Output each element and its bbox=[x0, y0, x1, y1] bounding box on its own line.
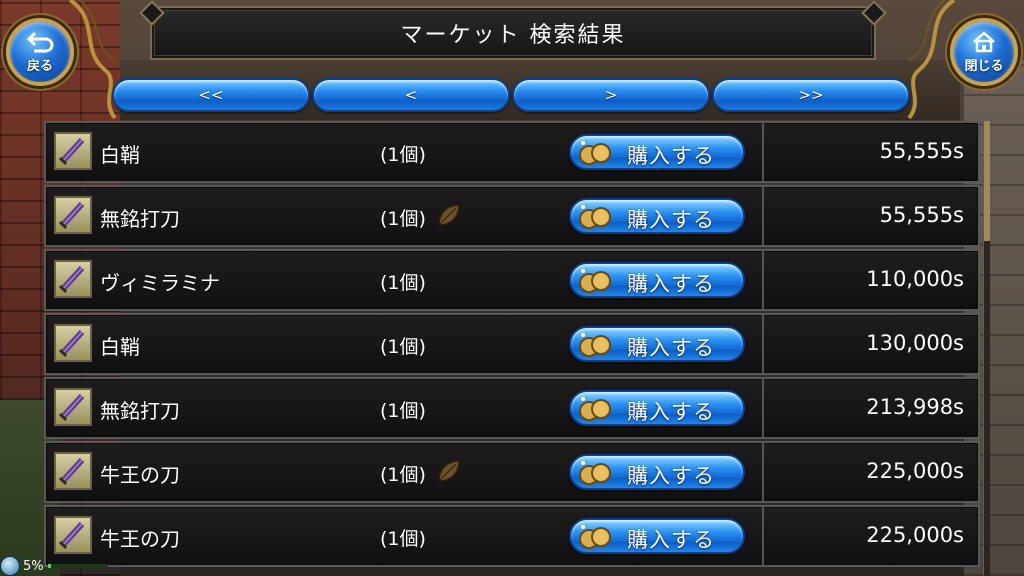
item-name: 白鞘 bbox=[100, 143, 140, 167]
sword-item-icon bbox=[54, 388, 92, 426]
title-banner: マーケット 検索結果 bbox=[150, 6, 876, 60]
back-button[interactable]: 戻る bbox=[6, 18, 74, 86]
next-page-button[interactable]: > bbox=[512, 78, 710, 112]
next-page-label: > bbox=[604, 86, 618, 104]
item-price: 55,555s bbox=[879, 139, 964, 163]
sword-item-icon bbox=[54, 260, 92, 298]
coins-icon bbox=[579, 269, 611, 293]
coins-icon bbox=[579, 333, 611, 357]
list-scrollbar[interactable] bbox=[983, 121, 990, 576]
list-item: 無銘打刀 (1個) 購入する 213,998s bbox=[44, 377, 980, 439]
buy-button[interactable]: 購入する bbox=[569, 262, 745, 298]
buy-button-label: 購入する bbox=[627, 336, 715, 360]
close-button[interactable]: 閉じる bbox=[950, 18, 1018, 86]
buy-button-label: 購入する bbox=[627, 272, 715, 296]
buy-button[interactable]: 購入する bbox=[569, 198, 745, 234]
item-name: ヴィミラミナ bbox=[100, 271, 220, 295]
item-quantity: (1個) bbox=[380, 464, 426, 486]
buy-button-label: 購入する bbox=[627, 400, 715, 424]
buy-button[interactable]: 購入する bbox=[569, 454, 745, 490]
sword-item-icon bbox=[54, 132, 92, 170]
buy-button[interactable]: 購入する bbox=[569, 390, 745, 426]
buy-button-label: 購入する bbox=[627, 464, 715, 488]
leaf-icon bbox=[438, 204, 460, 226]
item-quantity: (1個) bbox=[380, 400, 426, 422]
item-price: 213,998s bbox=[866, 395, 964, 419]
coins-icon bbox=[579, 397, 611, 421]
first-page-button[interactable]: << bbox=[112, 78, 310, 112]
scroll-thumb[interactable] bbox=[984, 121, 990, 241]
item-quantity: (1個) bbox=[380, 336, 426, 358]
coins-icon bbox=[579, 525, 611, 549]
item-quantity: (1個) bbox=[380, 144, 426, 166]
coins-icon bbox=[579, 141, 611, 165]
item-price: 110,000s bbox=[866, 267, 964, 291]
buy-button-label: 購入する bbox=[627, 144, 715, 168]
list-item: 白鞘 (1個) 購入する 130,000s bbox=[44, 313, 980, 375]
list-item: 無銘打刀 (1個) 購入する 55,555s bbox=[44, 185, 980, 247]
market-results-list[interactable]: 白鞘 (1個) 購入する 55,555s 無銘打刀 (1個) 購入する 55,5… bbox=[44, 121, 980, 576]
first-page-label: << bbox=[198, 86, 224, 104]
last-page-button[interactable]: >> bbox=[712, 78, 910, 112]
item-price: 225,000s bbox=[866, 523, 964, 547]
list-item: 牛王の刀 (1個) 購入する 225,000s bbox=[44, 441, 980, 503]
buy-button[interactable]: 購入する bbox=[569, 134, 745, 170]
buy-button-label: 購入する bbox=[627, 208, 715, 232]
sword-item-icon bbox=[54, 452, 92, 490]
status-orb-icon bbox=[0, 556, 20, 576]
buy-button[interactable]: 購入する bbox=[569, 518, 745, 554]
item-name: 牛王の刀 bbox=[100, 463, 180, 487]
page-title: マーケット 検索結果 bbox=[400, 23, 626, 48]
list-item: 白鞘 (1個) 購入する 55,555s bbox=[44, 121, 980, 183]
list-item: ヴィミラミナ (1個) 購入する 110,000s bbox=[44, 249, 980, 311]
item-name: 無銘打刀 bbox=[100, 207, 180, 231]
buy-button[interactable]: 購入する bbox=[569, 326, 745, 362]
sword-item-icon bbox=[54, 324, 92, 362]
status-indicator: 5% bbox=[0, 556, 108, 576]
item-price: 225,000s bbox=[866, 459, 964, 483]
item-name: 牛王の刀 bbox=[100, 527, 180, 551]
item-price: 130,000s bbox=[866, 331, 964, 355]
prev-page-button[interactable]: < bbox=[312, 78, 510, 112]
leaf-icon bbox=[438, 460, 460, 482]
prev-page-label: < bbox=[404, 86, 418, 104]
sword-item-icon bbox=[54, 196, 92, 234]
home-icon bbox=[973, 30, 995, 52]
item-name: 無銘打刀 bbox=[100, 399, 180, 423]
item-price: 55,555s bbox=[879, 203, 964, 227]
coins-icon bbox=[579, 461, 611, 485]
item-quantity: (1個) bbox=[380, 208, 426, 230]
item-quantity: (1個) bbox=[380, 272, 426, 294]
coins-icon bbox=[579, 205, 611, 229]
back-arrow-icon bbox=[26, 31, 54, 52]
status-percent: 5% bbox=[23, 558, 44, 574]
buy-button-label: 購入する bbox=[627, 528, 715, 552]
item-quantity: (1個) bbox=[380, 528, 426, 550]
list-item: 牛王の刀 (1個) 購入する 225,000s bbox=[44, 505, 980, 567]
last-page-label: >> bbox=[798, 86, 824, 104]
back-button-label: 戻る bbox=[26, 58, 53, 74]
status-bar bbox=[47, 564, 108, 568]
sword-item-icon bbox=[54, 516, 92, 554]
item-name: 白鞘 bbox=[100, 335, 140, 359]
close-button-label: 閉じる bbox=[964, 58, 1004, 74]
